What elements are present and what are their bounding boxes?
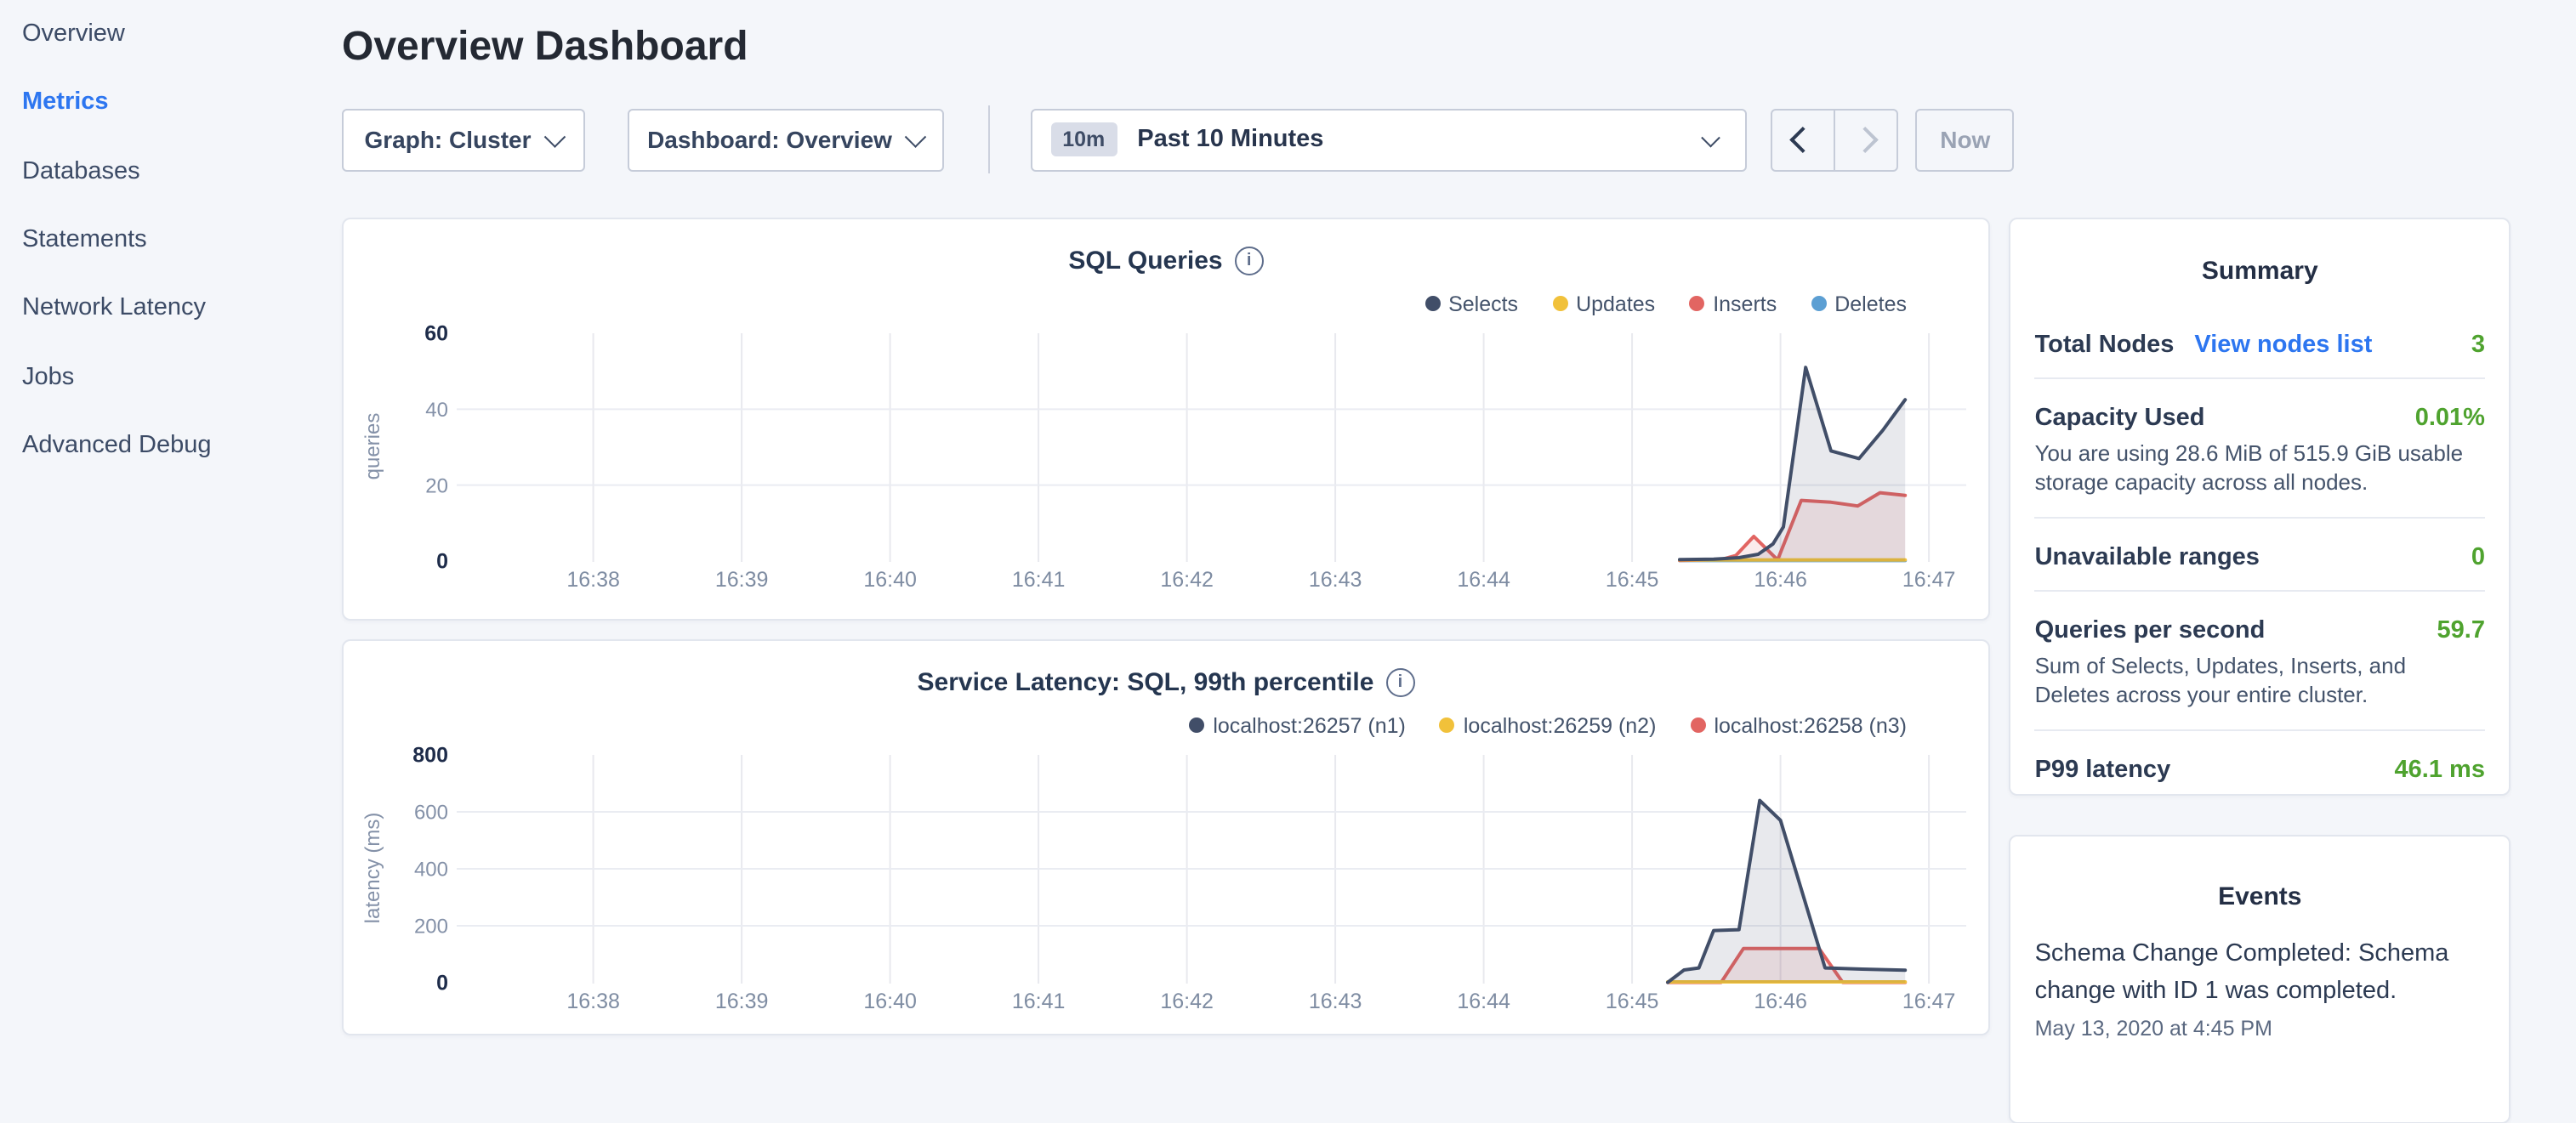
summary-value: 3 (2471, 331, 2485, 358)
svg-text:16:44: 16:44 (1457, 989, 1510, 1012)
time-range-dropdown[interactable]: 10m Past 10 Minutes (1030, 108, 1746, 171)
time-nav-group (1771, 108, 1897, 171)
chevron-down-icon (1702, 128, 1720, 146)
sidebar-item-network-latency[interactable]: Network Latency (22, 274, 340, 343)
summary-row-top: P99 latency 46.1 ms (2035, 756, 2485, 783)
time-range-badge: 10m (1050, 122, 1117, 156)
summary-row-top: Total Nodes View nodes list 3 (2035, 331, 2485, 358)
chevron-left-icon (1790, 128, 1816, 153)
summary-value: 0.01% (2415, 404, 2485, 431)
sidebar-nav-list: OverviewMetricsDatabasesStatementsNetwor… (0, 0, 340, 479)
summary-rows: Total Nodes View nodes list 3 Capacity Used… (2011, 305, 2509, 802)
summary-label: Queries per second (2035, 616, 2266, 644)
svg-text:40: 40 (425, 398, 448, 421)
summary-row: Total Nodes View nodes list 3 (2035, 305, 2485, 378)
time-range-label: Past 10 Minutes (1137, 126, 1323, 153)
svg-text:0: 0 (436, 971, 448, 995)
summary-row: P99 latency 46.1 ms (2035, 730, 2485, 802)
summary-value: 59.7 (2437, 616, 2485, 644)
chevron-down-icon (545, 126, 566, 146)
svg-text:400: 400 (414, 858, 448, 881)
chart-svg: 16:38 16:39 16:40 16:41 16:42 16:43 16:44 16:45… (344, 218, 1988, 620)
sidebar-item-metrics[interactable]: Metrics (22, 69, 340, 138)
time-next-button[interactable] (1835, 110, 1896, 169)
summary-value: 46.1 ms (2395, 756, 2485, 783)
svg-text:16:46: 16:46 (1754, 567, 1807, 591)
sidebar-item-databases[interactable]: Databases (22, 137, 340, 206)
svg-text:16:43: 16:43 (1309, 567, 1362, 591)
summary-label: Unavailable ranges (2035, 543, 2260, 570)
svg-text:600: 600 (414, 801, 448, 824)
sql-queries-chart-card: SQL Queries i SelectsUpdatesInsertsDelet… (342, 217, 1990, 621)
summary-description: You are using 28.6 MiB of 515.9 GiB usab… (2035, 438, 2485, 497)
time-prev-button[interactable] (1772, 110, 1835, 169)
svg-text:60: 60 (424, 321, 448, 345)
dashboard-dropdown[interactable]: Dashboard: Overview (628, 108, 943, 171)
summary-row-top: Queries per second 59.7 (2035, 616, 2485, 644)
sidebar-item-advanced-debug[interactable]: Advanced Debug (22, 411, 340, 480)
page-title: Overview Dashboard (342, 24, 748, 71)
svg-text:800: 800 (412, 743, 448, 767)
events-card: Events Schema Change Completed: Schema c… (2010, 834, 2511, 1123)
svg-text:16:42: 16:42 (1160, 567, 1214, 591)
event-text: Schema Change Completed: Schema change w… (2035, 934, 2485, 1009)
svg-text:16:39: 16:39 (715, 567, 769, 591)
svg-text:16:45: 16:45 (1606, 567, 1659, 591)
view-nodes-list-link[interactable]: View nodes list (2194, 331, 2372, 358)
service-latency-chart-card: Service Latency: SQL, 99th percentile i … (342, 638, 1990, 1036)
events-title: Events (2011, 882, 2509, 910)
event-timestamp: May 13, 2020 at 4:45 PM (2035, 1016, 2485, 1040)
summary-row-top: Capacity Used 0.01% (2035, 404, 2485, 431)
summary-row: Unavailable ranges 0 (2035, 518, 2485, 591)
svg-text:20: 20 (425, 474, 448, 496)
sql-queries-plot[interactable]: 16:38 16:39 16:40 16:41 16:42 16:43 16:44 16:45… (344, 218, 1988, 619)
svg-text:16:43: 16:43 (1309, 989, 1362, 1012)
summary-row: Capacity Used 0.01% You are using 28.6 MiB… (2035, 378, 2485, 518)
app-root: OverviewMetricsDatabasesStatementsNetwor… (0, 0, 2576, 1051)
svg-text:0: 0 (436, 549, 448, 573)
summary-label: P99 latency (2035, 756, 2171, 783)
summary-label: Total Nodes (2035, 331, 2175, 358)
svg-text:16:47: 16:47 (1902, 989, 1956, 1012)
summary-description: Sum of Selects, Updates, Inserts, and De… (2035, 650, 2485, 710)
svg-text:16:38: 16:38 (566, 989, 620, 1012)
svg-text:16:44: 16:44 (1457, 567, 1510, 591)
sidebar: OverviewMetricsDatabasesStatementsNetwor… (0, 0, 340, 1051)
chart-svg: 16:38 16:39 16:40 16:41 16:42 16:43 16:44 16:45… (344, 640, 1988, 1035)
sidebar-item-overview[interactable]: Overview (22, 0, 340, 69)
svg-text:16:41: 16:41 (1012, 989, 1066, 1012)
summary-row: Queries per second 59.7 Sum of Selects, Up… (2035, 591, 2485, 730)
summary-card: Summary Total Nodes View nodes list 3 Capac… (2010, 217, 2511, 795)
sidebar-item-jobs[interactable]: Jobs (22, 343, 340, 411)
toolbar-divider (987, 105, 989, 173)
summary-label: Capacity Used (2035, 404, 2205, 431)
graph-scope-label: Graph: Cluster (364, 126, 531, 153)
graph-scope-dropdown[interactable]: Graph: Cluster (342, 108, 585, 171)
svg-text:latency (ms): latency (ms) (361, 812, 384, 923)
svg-text:16:38: 16:38 (566, 567, 620, 591)
events-list: Schema Change Completed: Schema change w… (2011, 934, 2509, 1040)
summary-title: Summary (2011, 256, 2509, 285)
svg-text:16:42: 16:42 (1160, 989, 1214, 1012)
svg-text:16:41: 16:41 (1012, 567, 1066, 591)
chevron-right-icon (1852, 128, 1878, 153)
chevron-down-icon (906, 126, 926, 146)
svg-text:16:47: 16:47 (1902, 567, 1956, 591)
summary-row-top: Unavailable ranges 0 (2035, 543, 2485, 570)
svg-text:16:40: 16:40 (863, 989, 917, 1012)
summary-value: 0 (2471, 543, 2485, 570)
svg-text:16:40: 16:40 (863, 567, 917, 591)
service-latency-plot[interactable]: 16:38 16:39 16:40 16:41 16:42 16:43 16:44 16:45… (344, 640, 1988, 1035)
svg-text:200: 200 (414, 915, 448, 938)
svg-text:16:39: 16:39 (715, 989, 769, 1012)
svg-text:16:46: 16:46 (1754, 989, 1807, 1012)
dashboard-label: Dashboard: Overview (647, 126, 892, 153)
svg-text:queries: queries (361, 412, 384, 479)
sidebar-item-statements[interactable]: Statements (22, 206, 340, 275)
svg-text:16:45: 16:45 (1606, 989, 1659, 1012)
time-now-button[interactable]: Now (1916, 108, 2015, 171)
